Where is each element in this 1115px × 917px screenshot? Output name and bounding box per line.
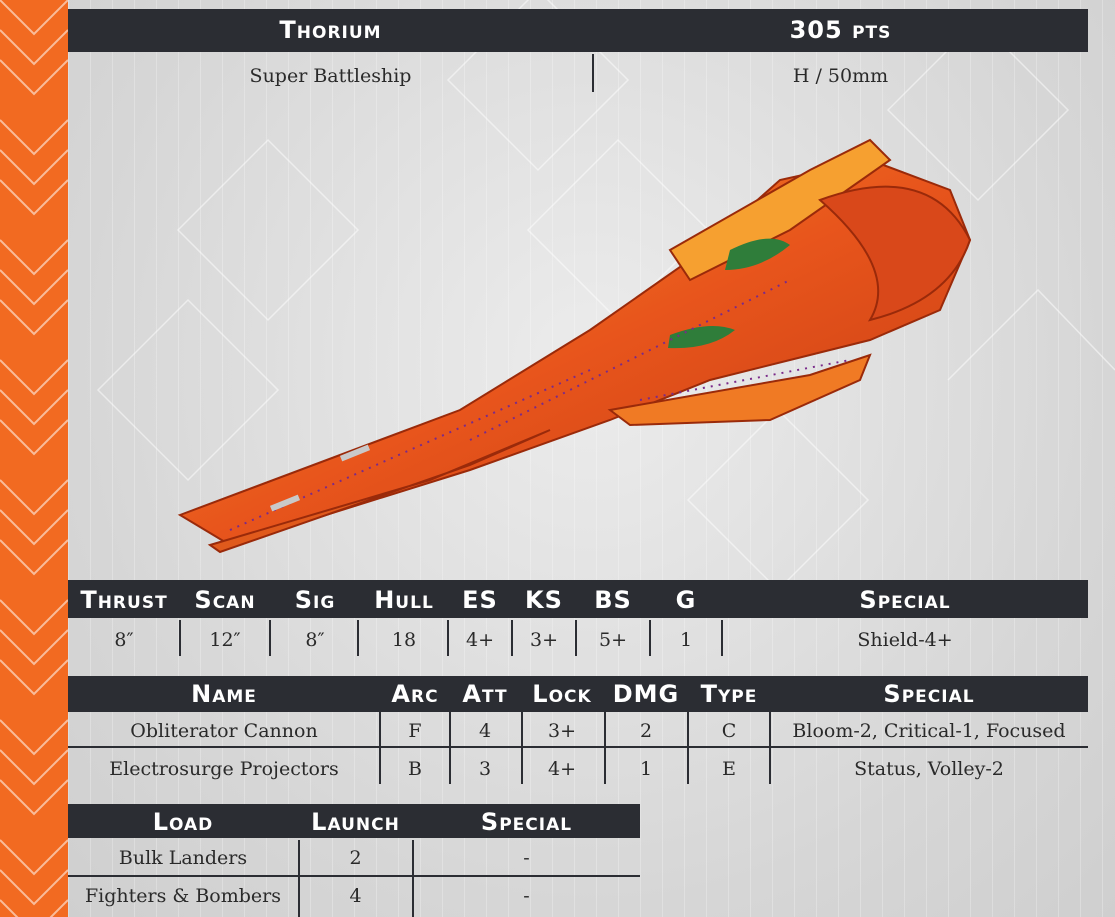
ship-name: Thorium bbox=[279, 16, 382, 44]
title-bar: Thorium 305 pts bbox=[68, 9, 1088, 52]
launch-header-load: Load bbox=[152, 808, 214, 836]
weapon-header-att: Att bbox=[462, 680, 508, 708]
stat-es: 4+ bbox=[465, 629, 494, 651]
launch-header: Load Launch Special bbox=[68, 804, 640, 838]
ship-illustration bbox=[177, 138, 972, 554]
stat-ks: 3+ bbox=[529, 629, 558, 651]
weapon-lock: 3+ bbox=[547, 720, 576, 742]
weapon-header-type: Type bbox=[700, 680, 758, 708]
row-divider bbox=[68, 875, 640, 877]
weapon-special: Bloom-2, Critical-1, Focused bbox=[792, 720, 1066, 742]
stat-thrust: 8″ bbox=[114, 629, 134, 651]
weapon-header-arc: Arc bbox=[391, 680, 439, 708]
stat-header-hull: Hull bbox=[374, 586, 434, 614]
weapon-lock: 4+ bbox=[547, 758, 576, 780]
stat-sig: 8″ bbox=[305, 629, 325, 651]
launch-count: 4 bbox=[349, 885, 362, 907]
launch-load: Bulk Landers bbox=[118, 847, 248, 869]
ship-class: Super Battleship bbox=[249, 65, 412, 87]
stats-header: Thrust Scan Sig Hull ES KS BS G Special bbox=[68, 580, 1088, 618]
launch-load: Fighters & Bombers bbox=[84, 885, 282, 907]
weapon-arc: B bbox=[408, 758, 422, 780]
ship-size: H / 50mm bbox=[792, 65, 889, 87]
launch-count: 2 bbox=[349, 847, 362, 869]
stat-header-ks: KS bbox=[525, 586, 563, 614]
launch-row: Fighters & Bombers 4 - bbox=[68, 878, 640, 914]
stats-row: 8″ 12″ 8″ 18 4+ 3+ 5+ 1 Shield-4+ bbox=[68, 620, 1088, 658]
divider bbox=[592, 54, 594, 92]
stat-special: Shield-4+ bbox=[857, 629, 953, 651]
stat-bs: 5+ bbox=[598, 629, 627, 651]
weapon-type: E bbox=[722, 758, 736, 780]
stat-header-special: Special bbox=[859, 586, 951, 614]
ship-points: 305 pts bbox=[789, 16, 892, 44]
weapon-dmg: 1 bbox=[639, 758, 653, 780]
launch-special: - bbox=[523, 847, 530, 869]
weapon-special: Status, Volley-2 bbox=[854, 758, 1004, 780]
weapon-header-name: Name bbox=[191, 680, 257, 708]
weapon-name: Electrosurge Projectors bbox=[109, 758, 339, 780]
stat-header-scan: Scan bbox=[194, 586, 256, 614]
weapon-header-dmg: DMG bbox=[612, 680, 680, 708]
stat-g: 1 bbox=[679, 629, 693, 651]
stat-scan: 12″ bbox=[209, 629, 241, 651]
weapon-row: Obliterator Cannon F 4 3+ 2 C Bloom-2, C… bbox=[68, 712, 1088, 748]
launch-special: - bbox=[523, 885, 530, 907]
stat-header-thrust: Thrust bbox=[80, 586, 168, 614]
stat-header-g: G bbox=[675, 586, 697, 614]
stat-hull: 18 bbox=[391, 629, 417, 651]
weapon-att: 3 bbox=[478, 758, 492, 780]
weapon-type: C bbox=[721, 720, 737, 742]
weapon-dmg: 2 bbox=[639, 720, 653, 742]
launch-header-special: Special bbox=[480, 808, 573, 836]
stat-header-sig: Sig bbox=[294, 586, 336, 614]
stat-header-es: ES bbox=[462, 586, 498, 614]
weapon-header-lock: Lock bbox=[532, 680, 592, 708]
weapons-header: Name Arc Att Lock DMG Type Special bbox=[68, 676, 1088, 712]
launch-row: Bulk Landers 2 - bbox=[68, 840, 640, 876]
launch-header-launch: Launch bbox=[311, 808, 400, 836]
weapon-att: 4 bbox=[478, 720, 492, 742]
weapon-name: Obliterator Cannon bbox=[130, 720, 318, 742]
weapon-arc: F bbox=[408, 720, 422, 742]
weapon-row: Electrosurge Projectors B 3 4+ 1 E Statu… bbox=[68, 750, 1088, 786]
ship-body bbox=[177, 138, 972, 554]
row-divider bbox=[68, 746, 1088, 748]
weapon-header-special: Special bbox=[883, 680, 975, 708]
stat-header-bs: BS bbox=[594, 586, 632, 614]
orange-chevron-border bbox=[0, 0, 68, 917]
ship-info-row: Super Battleship H / 50mm bbox=[68, 54, 1088, 94]
